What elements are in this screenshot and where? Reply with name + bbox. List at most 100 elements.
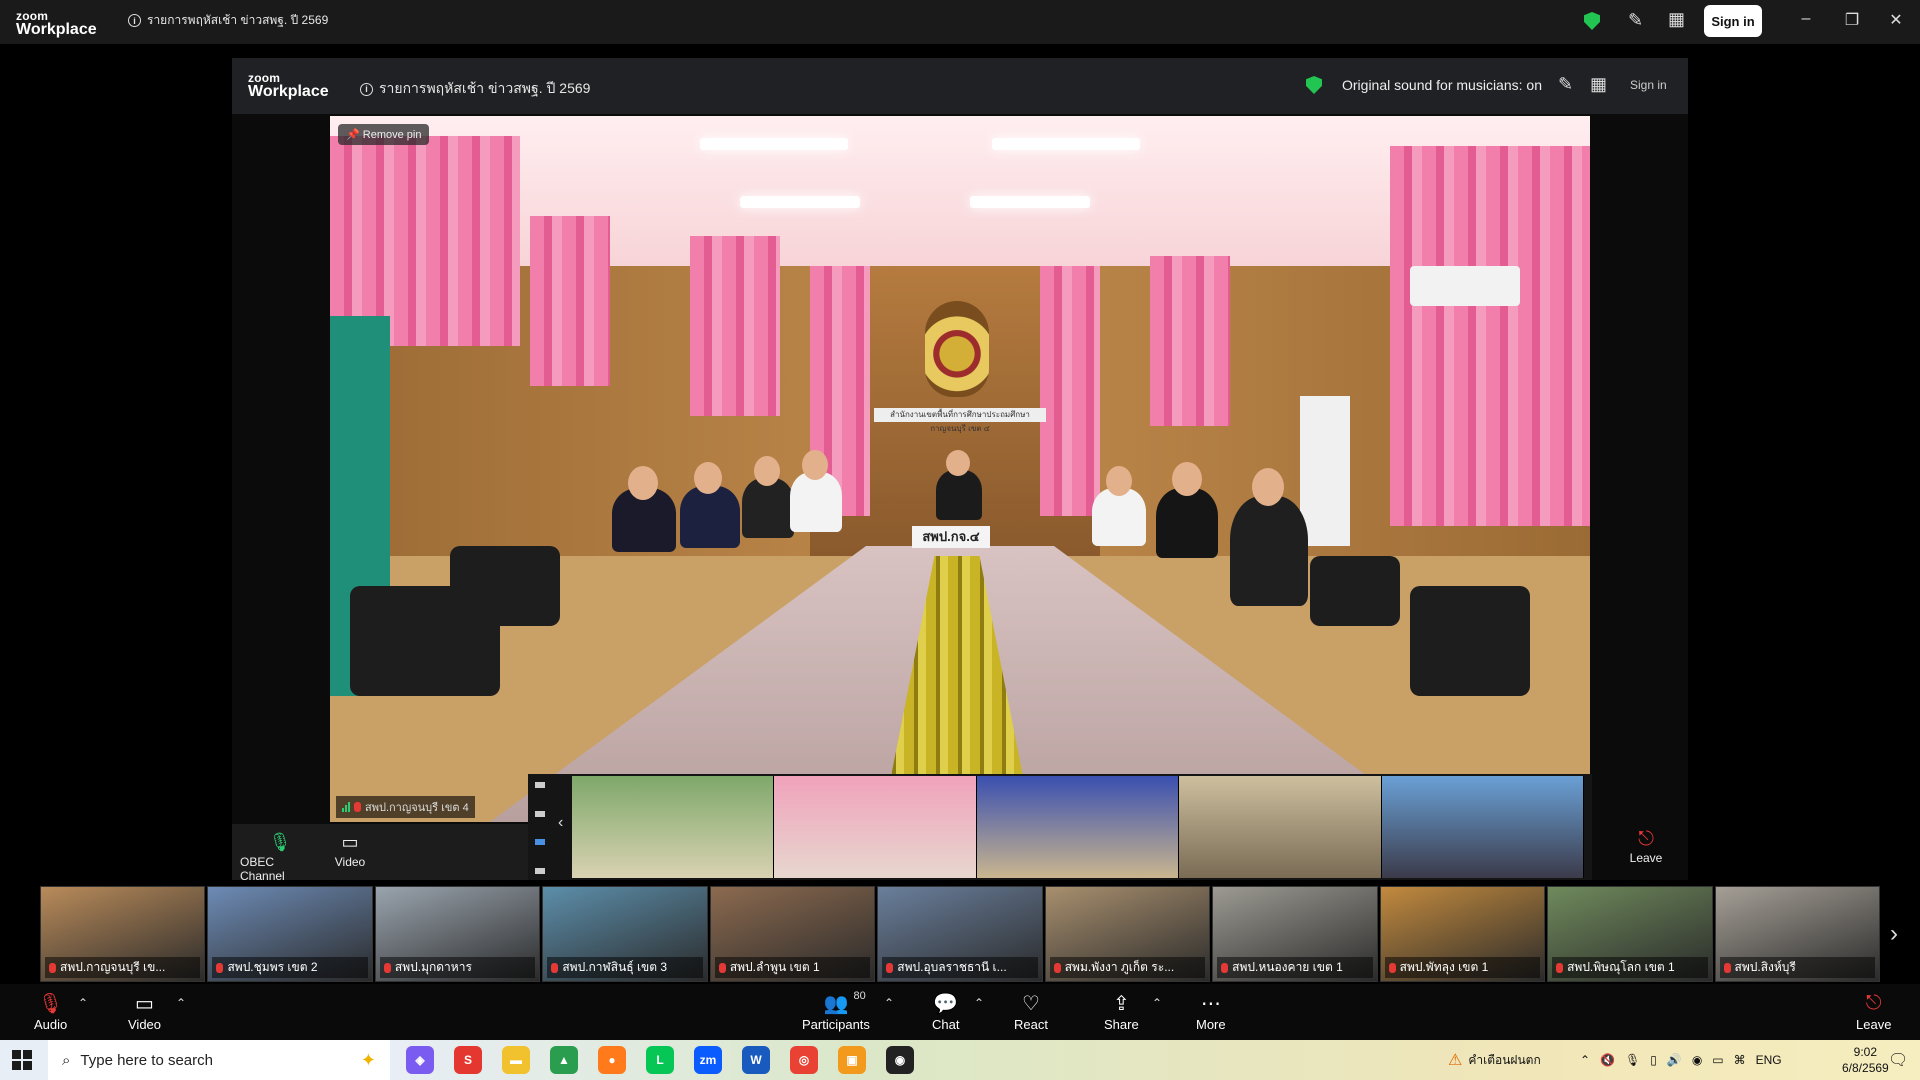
network-icon[interactable]: ▭ bbox=[1712, 1053, 1723, 1067]
strip-prev-icon: ‹ bbox=[558, 814, 564, 831]
language-indicator[interactable]: ENG bbox=[1756, 1053, 1782, 1067]
gallery-tile[interactable]: สพป.พัทลุง เขต 1 bbox=[1379, 886, 1546, 982]
participants-icon: 👥 80 bbox=[823, 990, 866, 1015]
strip-thumbnail bbox=[1179, 776, 1382, 878]
shared-info-icon: i bbox=[360, 82, 373, 96]
muted-mic-icon bbox=[1053, 962, 1061, 973]
start-windows-icon[interactable] bbox=[12, 1050, 32, 1070]
restore-icon[interactable]: ❐ bbox=[1840, 10, 1864, 30]
battery-icon[interactable]: ▯ bbox=[1650, 1053, 1657, 1067]
muted-mic-icon bbox=[354, 802, 361, 812]
pinned-video[interactable]: สำนักงานเขตพื้นที่การศึกษาประถมศึกษากาญจ… bbox=[330, 116, 1590, 822]
word-app-icon[interactable]: W bbox=[742, 1046, 770, 1074]
shared-video-control: ▭ Video bbox=[330, 832, 370, 869]
gallery-tile-label: สพป.อุบลราชธานี เ... bbox=[897, 960, 1007, 974]
participants-label: Participants bbox=[802, 1017, 870, 1032]
air-conditioner bbox=[1410, 266, 1520, 306]
search-icon: ⌕ bbox=[62, 1051, 71, 1069]
leave-button[interactable]: ⎋ Leave bbox=[1856, 992, 1891, 1033]
gallery-tile-name: สพป.หนองคาย เขต 1 bbox=[1217, 957, 1373, 978]
weather-text: คำเตือนฝนตก bbox=[1468, 1052, 1541, 1067]
gallery-tile[interactable]: สพป.กาฬสินธุ์ เขต 3 bbox=[542, 886, 708, 982]
gallery-tile-name: สพป.กาญจนบุรี เข... bbox=[45, 957, 201, 978]
info-icon[interactable]: i bbox=[128, 14, 141, 27]
share-options-chevron-icon[interactable]: ⌃ bbox=[1152, 996, 1162, 1010]
participants-options-chevron-icon[interactable]: ⌃ bbox=[884, 996, 894, 1010]
line-app-icon[interactable]: L bbox=[646, 1046, 674, 1074]
share-button[interactable]: ⇪ Share bbox=[1104, 992, 1139, 1033]
meeting-toolbar: 🎙 Audio ⌃ ▭ Video ⌃ 👥 80 Participants ⌃ 💬… bbox=[0, 984, 1920, 1040]
video-button[interactable]: ▭ Video bbox=[128, 992, 161, 1033]
sign-in-button[interactable]: Sign in bbox=[1704, 5, 1762, 37]
s-app-icon[interactable]: S bbox=[454, 1046, 482, 1074]
usb-icon[interactable]: ⌘ bbox=[1734, 1053, 1746, 1067]
gallery-tile[interactable]: สพป.หนองคาย เขต 1 bbox=[1212, 886, 1378, 982]
firefox-icon[interactable]: ● bbox=[598, 1046, 626, 1074]
gallery-tile[interactable]: สพป.ชุมพร เขต 2 bbox=[207, 886, 373, 982]
shared-mic-icon: 🎙 bbox=[268, 832, 292, 852]
system-tray: ⌃ 🔇 🎙 ▯ 🔊 ◉ ▭ ⌘ ENG bbox=[1580, 1040, 1782, 1080]
meeting-info[interactable]: i รายการพฤหัสเช้า ข่าวสพฐ. ปี 2569 bbox=[128, 11, 328, 30]
audio-options-chevron-icon[interactable]: ⌃ bbox=[78, 996, 88, 1010]
gallery-tile[interactable]: สพป.มุกดาหาร bbox=[374, 886, 541, 982]
zoom-workplace-logo: zoom Workplace bbox=[16, 10, 97, 38]
curtain bbox=[1040, 266, 1100, 516]
strip-tool-icon bbox=[535, 782, 545, 788]
gallery-tile[interactable]: สพป.อุบลราชธานี เ... bbox=[877, 886, 1043, 982]
chrome-icon[interactable]: ◎ bbox=[790, 1046, 818, 1074]
windows-taskbar: ⌕ Type here to search ✦ ◈ S ▬ ▲ ● L zm W… bbox=[0, 1040, 1920, 1080]
gallery-tile-label: สพม.พังงา ภูเก็ต ระ... bbox=[1064, 960, 1175, 974]
gallery-tile[interactable]: สพป.กาญจนบุรี เข... bbox=[40, 886, 206, 982]
chat-options-chevron-icon[interactable]: ⌃ bbox=[974, 996, 984, 1010]
participant-head bbox=[802, 450, 828, 480]
ceiling-light bbox=[740, 196, 860, 208]
pinned-video-label: สพป.กาญจนบุรี เขต 4 bbox=[365, 802, 469, 814]
mic-tray-icon[interactable]: 🎙 bbox=[1625, 1053, 1640, 1067]
tray-chevron-icon[interactable]: ⌃ bbox=[1580, 1053, 1590, 1067]
remove-pin-button[interactable]: 📌 Remove pin bbox=[338, 124, 430, 145]
video-options-chevron-icon[interactable]: ⌃ bbox=[176, 996, 186, 1010]
shared-sign-in: Sign in bbox=[1630, 78, 1667, 92]
shared-leave-control: ⎋ Leave bbox=[1616, 828, 1676, 865]
minimize-icon[interactable]: – bbox=[1794, 10, 1818, 28]
audio-button[interactable]: 🎙 Audio bbox=[34, 992, 67, 1033]
gallery-tile-label: สพป.กาญจนบุรี เข... bbox=[60, 960, 166, 974]
participants-button[interactable]: 👥 80 Participants bbox=[802, 990, 870, 1032]
taskbar-clock[interactable]: 9:02 6/8/2569 bbox=[1842, 1044, 1889, 1076]
magic-wand-icon[interactable]: ✎ bbox=[1628, 10, 1643, 31]
gallery-tile-label: สพป.พิษณุโลก เขต 1 bbox=[1567, 960, 1675, 974]
chat-button[interactable]: 💬 Chat bbox=[932, 992, 959, 1033]
participant-gallery: สพป.กาญจนบุรี เข... สพป.ชุมพร เขต 2 สพป.มุ… bbox=[40, 886, 1880, 982]
close-icon[interactable]: ✕ bbox=[1884, 10, 1908, 30]
gallery-next-icon[interactable]: › bbox=[1890, 920, 1898, 948]
taskbar-search-box[interactable]: ⌕ Type here to search ✦ bbox=[48, 1040, 390, 1080]
heart-icon: ♡ bbox=[1022, 992, 1040, 1015]
file-explorer-icon[interactable]: ▬ bbox=[502, 1046, 530, 1074]
gallery-tile[interactable]: สพม.พังงา ภูเก็ต ระ... bbox=[1044, 886, 1211, 982]
copilot-app-icon[interactable]: ◈ bbox=[406, 1046, 434, 1074]
zoom-app-icon[interactable]: zm bbox=[694, 1046, 722, 1074]
mute-icon[interactable]: 🔇 bbox=[1600, 1053, 1615, 1067]
gallery-tile-name: สพป.สิงห์บุรี bbox=[1719, 957, 1875, 978]
zoom-tray-icon[interactable]: ◉ bbox=[1692, 1053, 1702, 1067]
apps-grid-icon[interactable]: ▦ bbox=[1668, 9, 1685, 30]
react-button[interactable]: ♡ React bbox=[1014, 992, 1048, 1033]
orange-app-icon[interactable]: ▣ bbox=[838, 1046, 866, 1074]
weather-widget[interactable]: ⚠ คำเตือนฝนตก bbox=[1448, 1040, 1541, 1080]
drive-icon[interactable]: ▲ bbox=[550, 1046, 578, 1074]
gallery-tile-label: สพป.กาฬสินธุ์ เขต 3 bbox=[562, 960, 668, 974]
gallery-tile[interactable]: สพป.ลำพูน เขต 1 bbox=[709, 886, 876, 982]
notification-icon[interactable]: 🗨 bbox=[1888, 1040, 1908, 1080]
red-app-icon[interactable]: ◉ bbox=[886, 1046, 914, 1074]
volume-icon[interactable]: 🔊 bbox=[1667, 1053, 1682, 1067]
participant-person bbox=[1230, 496, 1308, 606]
gallery-tile[interactable]: สพป.สิงห์บุรี bbox=[1714, 886, 1880, 982]
gallery-tile[interactable]: สพป.พิษณุโลก เขต 1 bbox=[1547, 886, 1713, 982]
participants-count: 80 bbox=[853, 990, 866, 1002]
gallery-tile-name: สพม.พังงา ภูเก็ต ระ... bbox=[1049, 957, 1206, 978]
encryption-shield-icon[interactable] bbox=[1584, 12, 1600, 30]
muted-mic-icon bbox=[216, 962, 224, 973]
shared-video-strip: ‹ bbox=[528, 774, 1592, 880]
more-button[interactable]: ⋯ More bbox=[1196, 992, 1226, 1033]
original-sound-status: Original sound for musicians: on bbox=[1342, 77, 1542, 93]
